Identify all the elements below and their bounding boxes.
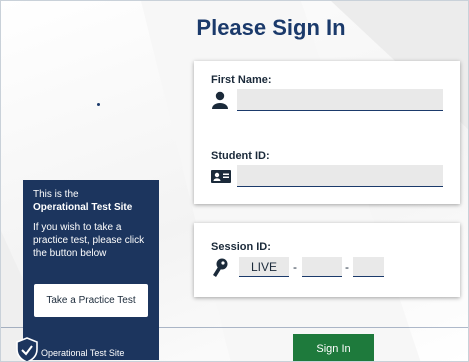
session-prefix: LIVE [239,257,289,277]
session-card: Session ID: LIVE - - [194,223,460,297]
student-id-input[interactable] [237,165,443,187]
session-separator: - [345,260,349,274]
first-name-label: First Name: [211,74,272,86]
credentials-card: First Name: Student ID: [194,61,460,204]
student-id-label: Student ID: [211,150,270,162]
session-id-part1-input[interactable] [302,257,342,277]
session-separator: - [293,260,297,274]
notice-body: If you wish to take a practice test, ple… [33,222,145,259]
key-icon [213,258,228,277]
site-label: Operational Test Site [41,348,125,358]
take-practice-test-button[interactable]: Take a Practice Test [34,284,148,317]
shield-check-icon [16,337,38,361]
page-title: Please Sign In [196,15,346,40]
notice-line1: This is the [33,189,79,200]
operational-notice: This is the Operational Test Site If you… [23,180,159,360]
first-name-input[interactable] [237,89,443,111]
decorative-dot [97,103,100,106]
sign-in-button[interactable]: Sign In [293,334,374,361]
person-icon [212,91,228,109]
login-page: Please Sign In First Name: Student ID: S… [0,0,469,362]
notice-heading: Operational Test Site [33,202,133,213]
session-id-part2-input[interactable] [353,257,384,277]
session-id-label: Session ID: [211,241,271,253]
id-card-icon [211,170,231,183]
